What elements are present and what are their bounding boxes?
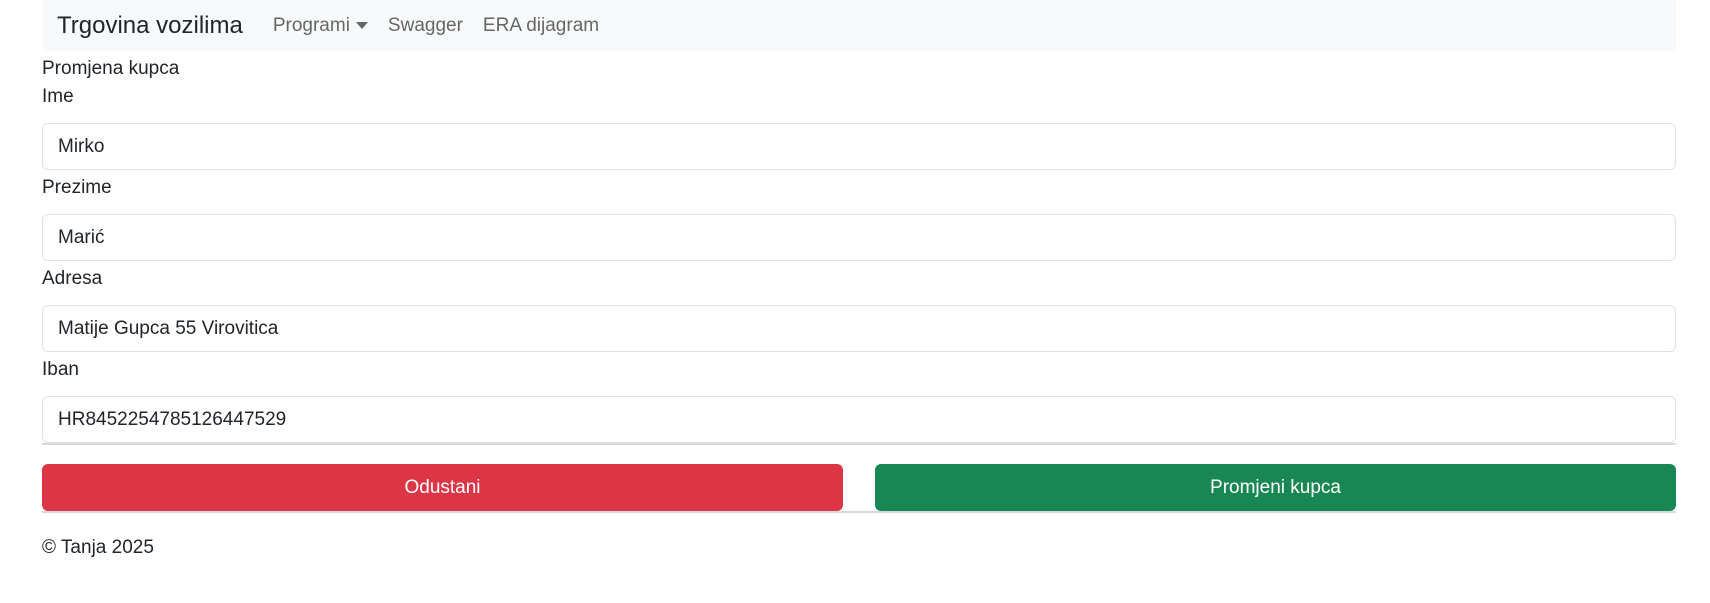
adresa-input[interactable] xyxy=(42,305,1676,352)
nav-item-era-dijagram[interactable]: ERA dijagram xyxy=(483,15,599,37)
button-row: Odustani Promjeni kupca xyxy=(42,464,1676,511)
page-title: Promjena kupca xyxy=(42,58,180,79)
page-container: Trgovina vozilima Programi Swagger ERA d… xyxy=(42,0,1676,559)
ime-input[interactable] xyxy=(42,123,1676,170)
iban-label: Iban xyxy=(42,359,79,380)
prezime-label: Prezime xyxy=(42,177,112,198)
divider xyxy=(42,443,1676,445)
adresa-label: Adresa xyxy=(42,268,103,289)
footer-text: © Tanja 2025 xyxy=(42,537,154,558)
divider xyxy=(42,511,1676,513)
ime-label: Ime xyxy=(42,86,74,107)
nav-item-swagger[interactable]: Swagger xyxy=(388,15,463,37)
nav-item-programi[interactable]: Programi xyxy=(273,15,368,37)
submit-button[interactable]: Promjeni kupca xyxy=(875,464,1676,511)
chevron-down-icon xyxy=(355,22,368,29)
prezime-input[interactable] xyxy=(42,214,1676,261)
navbar: Trgovina vozilima Programi Swagger ERA d… xyxy=(42,0,1676,51)
nav-item-label: Programi xyxy=(272,14,350,36)
navbar-brand[interactable]: Trgovina vozilima xyxy=(57,12,243,40)
cancel-button[interactable]: Odustani xyxy=(42,464,843,511)
iban-input[interactable] xyxy=(42,396,1676,443)
